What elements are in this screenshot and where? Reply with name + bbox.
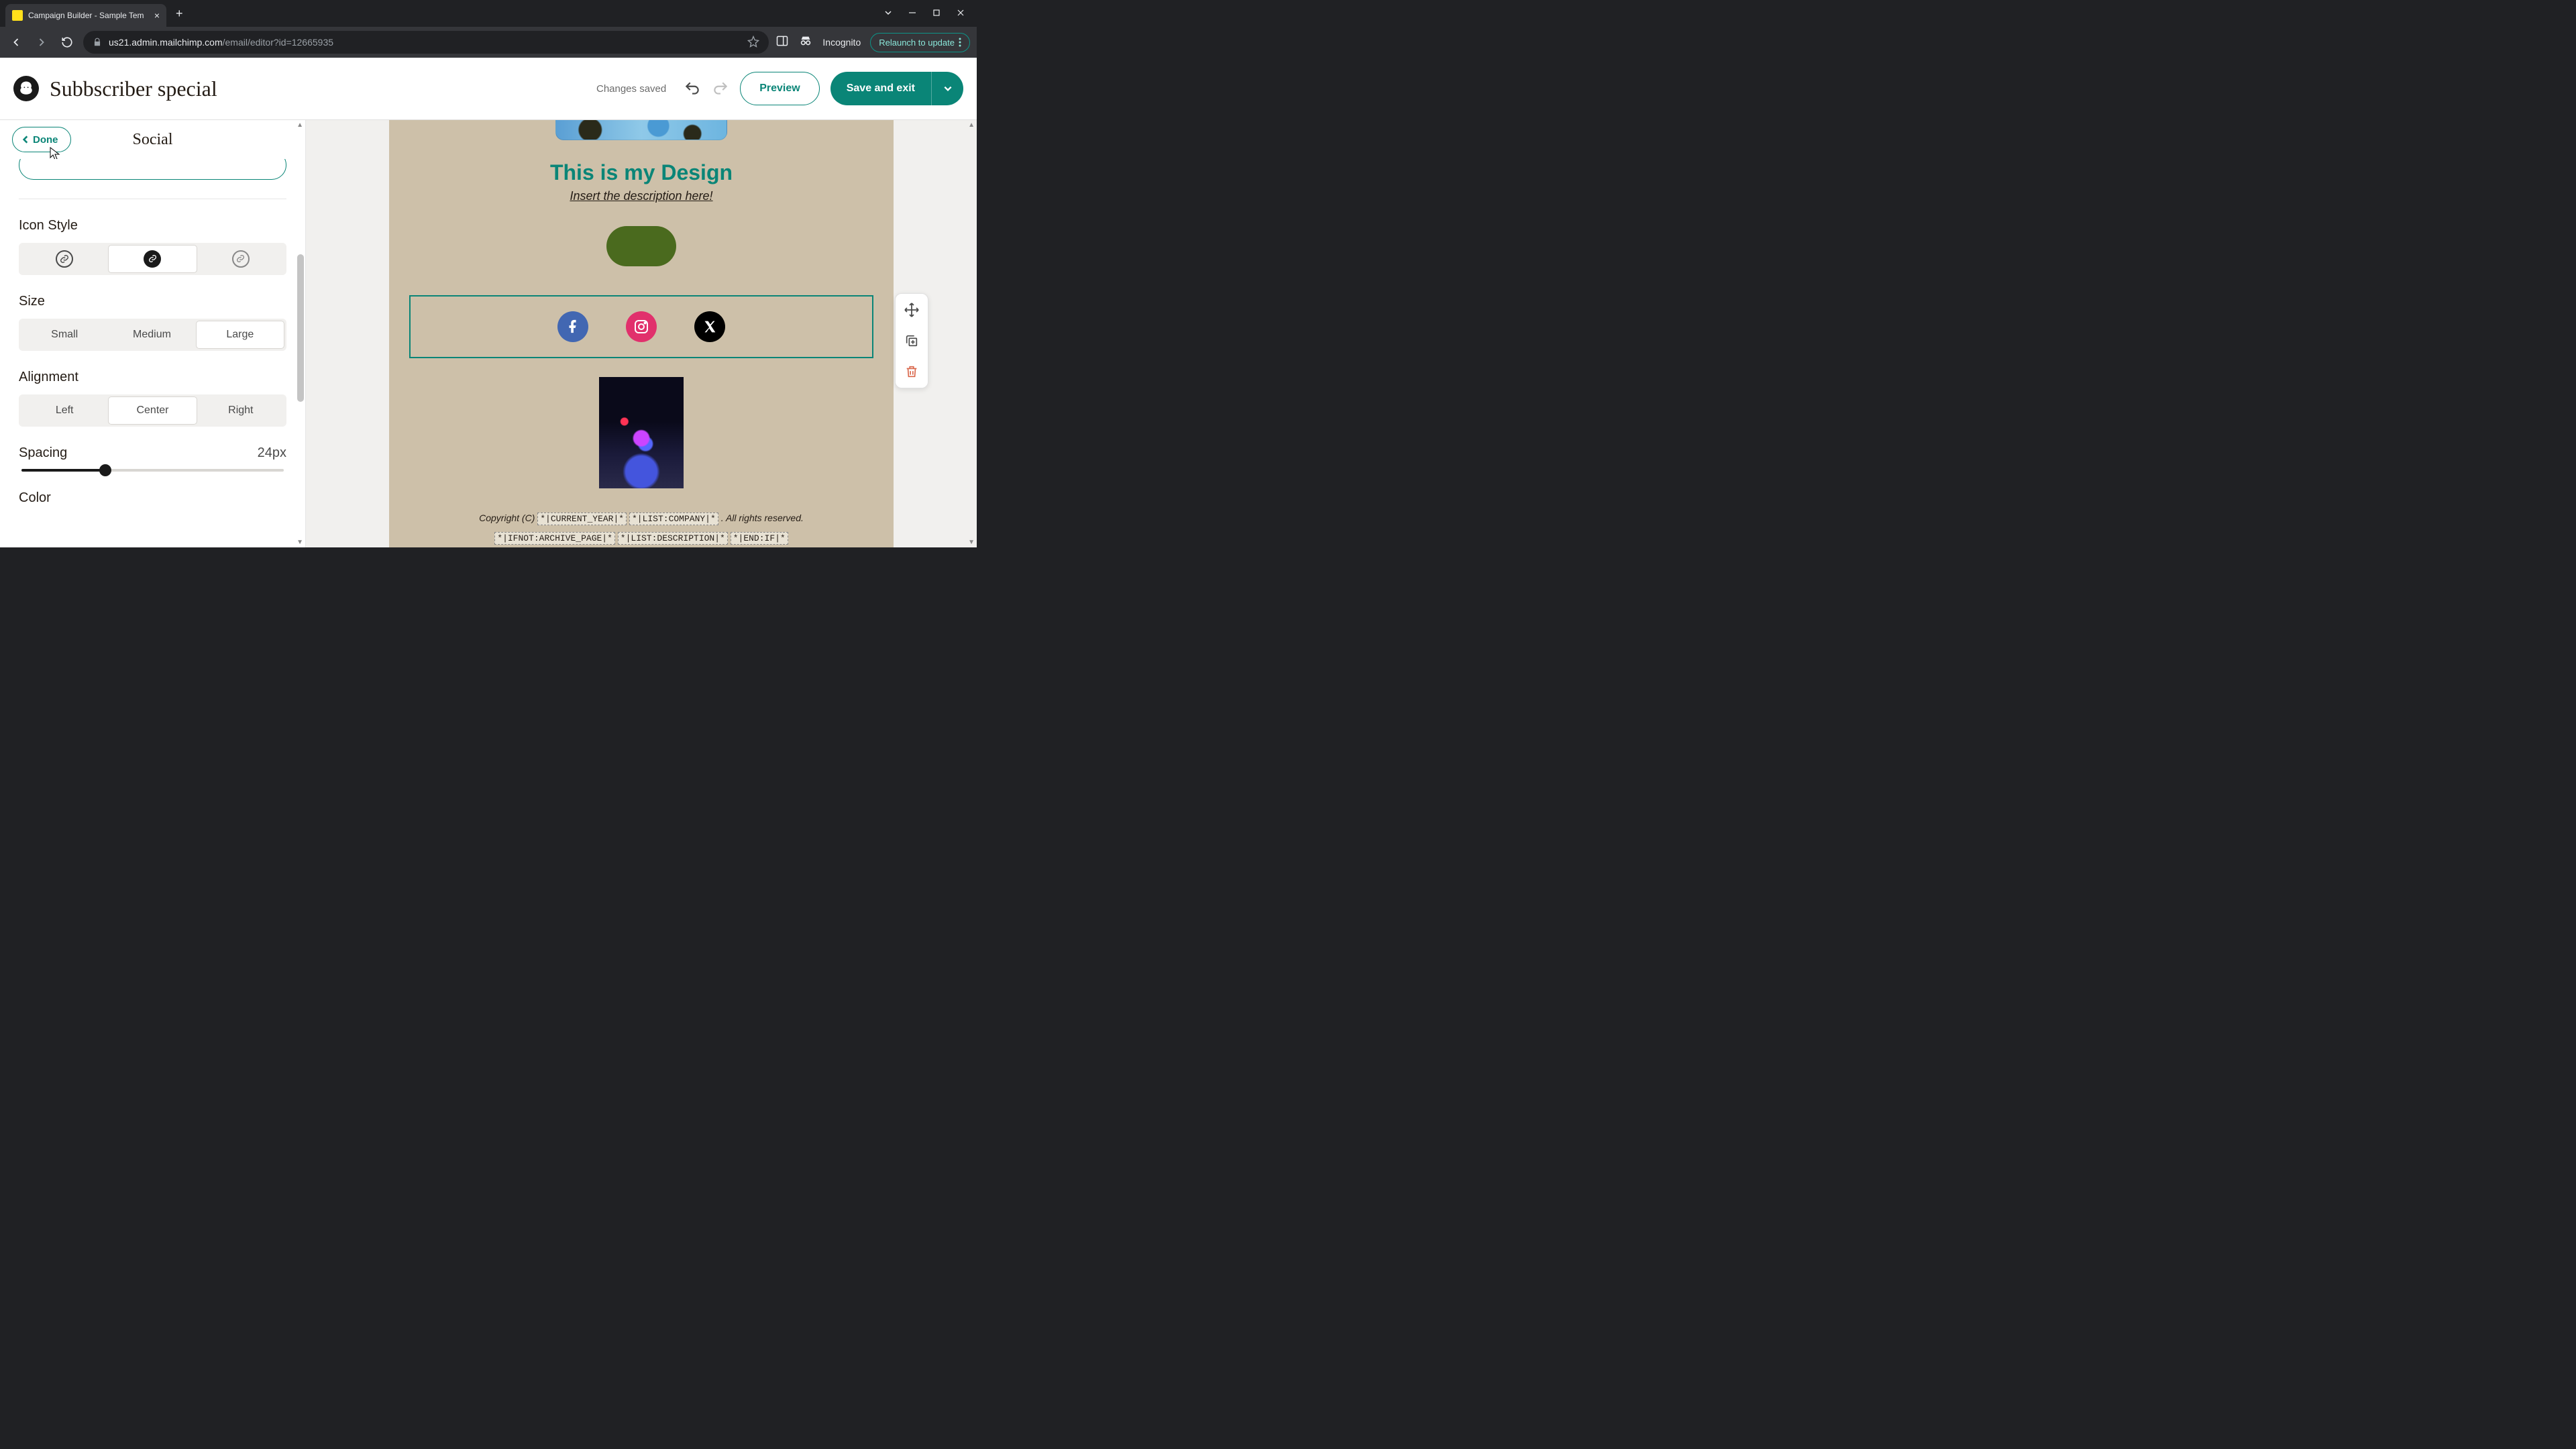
sidebar-scrollbar[interactable]: ▲ ▼ — [295, 120, 305, 547]
spacing-slider-thumb[interactable] — [99, 464, 111, 476]
tab-title: Campaign Builder - Sample Tem — [28, 11, 149, 20]
canvas-scroll-down-icon[interactable]: ▼ — [968, 539, 975, 546]
bookmark-icon[interactable] — [747, 36, 759, 50]
tab-close-icon[interactable]: × — [154, 10, 160, 21]
spacing-slider-fill — [21, 469, 105, 472]
align-center[interactable]: Center — [108, 396, 197, 425]
canvas-area: This is my Design Insert the description… — [306, 120, 977, 547]
alignment-label: Alignment — [19, 370, 286, 385]
footer-image[interactable] — [599, 377, 684, 488]
mailchimp-logo[interactable] — [13, 76, 39, 101]
lock-icon — [93, 38, 102, 47]
save-dropdown-button[interactable] — [931, 72, 963, 105]
link-outline-icon — [56, 250, 73, 268]
reload-button[interactable] — [58, 33, 76, 52]
size-segmented: Small Medium Large — [19, 319, 286, 351]
preview-button[interactable]: Preview — [740, 72, 819, 105]
back-button[interactable] — [7, 33, 25, 52]
spacing-label: Spacing — [19, 445, 67, 461]
icon-style-grey[interactable] — [197, 245, 284, 273]
maximize-icon[interactable] — [932, 9, 941, 19]
chevron-left-icon — [21, 135, 30, 144]
size-label: Size — [19, 294, 286, 309]
undo-button[interactable] — [684, 80, 701, 97]
canvas-cta-button[interactable] — [606, 226, 676, 266]
canvas-scrollbar[interactable]: ▲ ▼ — [967, 120, 977, 547]
spacing-value: 24px — [258, 445, 286, 461]
merge-tag-company[interactable]: *|LIST:COMPANY|* — [629, 513, 718, 525]
link-solid-icon — [144, 250, 161, 268]
canvas-subheading[interactable]: Insert the description here! — [409, 189, 873, 203]
save-button-group: Save and exit — [830, 72, 963, 105]
relaunch-button[interactable]: Relaunch to update — [870, 33, 970, 52]
icon-style-outline[interactable] — [21, 245, 108, 273]
browser-tab[interactable]: Campaign Builder - Sample Tem × — [5, 4, 166, 27]
facebook-icon[interactable] — [557, 311, 588, 342]
copyright-prefix: Copyright (C) — [479, 513, 537, 523]
link-grey-icon — [232, 250, 250, 268]
incognito-label: Incognito — [822, 37, 861, 48]
email-canvas[interactable]: This is my Design Insert the description… — [389, 120, 894, 547]
browser-toolbar: us21.admin.mailchimp.com/email/editor?id… — [0, 27, 977, 58]
panel-icon[interactable] — [775, 34, 789, 51]
panel-title: Social — [133, 131, 173, 149]
alignment-segmented: Left Center Right — [19, 394, 286, 427]
icon-style-segmented — [19, 243, 286, 275]
add-social-link-button[interactable]: Add another social link — [19, 159, 286, 180]
instagram-icon[interactable] — [626, 311, 657, 342]
save-status: Changes saved — [596, 83, 666, 95]
duplicate-block-button[interactable] — [901, 330, 922, 352]
incognito-icon[interactable] — [798, 34, 813, 52]
copyright-line[interactable]: Copyright (C) *|CURRENT_YEAR|* *|LIST:CO… — [409, 508, 873, 547]
redo-button[interactable] — [712, 80, 729, 97]
scrollbar-down-arrow-icon[interactable]: ▼ — [297, 539, 303, 546]
icon-style-label: Icon Style — [19, 218, 286, 233]
size-large[interactable]: Large — [196, 321, 284, 349]
properties-sidebar: Done Social Add another social link Icon… — [0, 120, 306, 547]
merge-tag-desc[interactable]: *|LIST:DESCRIPTION|* — [618, 532, 728, 545]
scrollbar-up-arrow-icon[interactable]: ▲ — [297, 121, 303, 129]
campaign-name[interactable]: Subbscriber special — [50, 76, 217, 101]
address-url: us21.admin.mailchimp.com/email/editor?id… — [109, 37, 333, 48]
tabs-dropdown-icon[interactable] — [884, 9, 892, 19]
align-right[interactable]: Right — [197, 396, 284, 425]
window-controls — [884, 9, 977, 19]
browser-titlebar: Campaign Builder - Sample Tem × + — [0, 0, 977, 27]
sidebar-scrollbar-thumb[interactable] — [297, 254, 304, 402]
social-block-selected[interactable] — [409, 295, 873, 358]
size-small[interactable]: Small — [21, 321, 108, 349]
close-window-icon[interactable] — [957, 9, 965, 19]
minimize-icon[interactable] — [908, 9, 916, 19]
canvas-heading[interactable]: This is my Design — [409, 160, 873, 185]
align-left[interactable]: Left — [21, 396, 108, 425]
new-tab-button[interactable]: + — [176, 7, 183, 21]
delete-block-button[interactable] — [901, 361, 922, 382]
size-medium[interactable]: Medium — [108, 321, 195, 349]
move-block-button[interactable] — [901, 299, 922, 321]
hero-image[interactable] — [555, 120, 727, 140]
copyright-suffix: . All rights reserved. — [721, 513, 804, 523]
merge-tag-endif[interactable]: *|END:IF|* — [731, 532, 788, 545]
merge-tag-year[interactable]: *|CURRENT_YEAR|* — [537, 513, 627, 525]
merge-tag-ifnot[interactable]: *|IFNOT:ARCHIVE_PAGE|* — [494, 532, 615, 545]
done-button[interactable]: Done — [12, 127, 71, 152]
x-twitter-icon[interactable] — [694, 311, 725, 342]
save-and-exit-button[interactable]: Save and exit — [830, 72, 931, 105]
block-toolbar — [895, 293, 928, 388]
color-label: Color — [19, 490, 286, 506]
app-header: Subbscriber special Changes saved Previe… — [0, 58, 977, 119]
address-bar[interactable]: us21.admin.mailchimp.com/email/editor?id… — [83, 31, 769, 54]
spacing-slider[interactable] — [21, 469, 284, 472]
canvas-scroll-up-icon[interactable]: ▲ — [968, 121, 975, 129]
forward-button[interactable] — [32, 33, 51, 52]
icon-style-solid[interactable] — [108, 245, 197, 273]
tab-favicon — [12, 10, 23, 21]
